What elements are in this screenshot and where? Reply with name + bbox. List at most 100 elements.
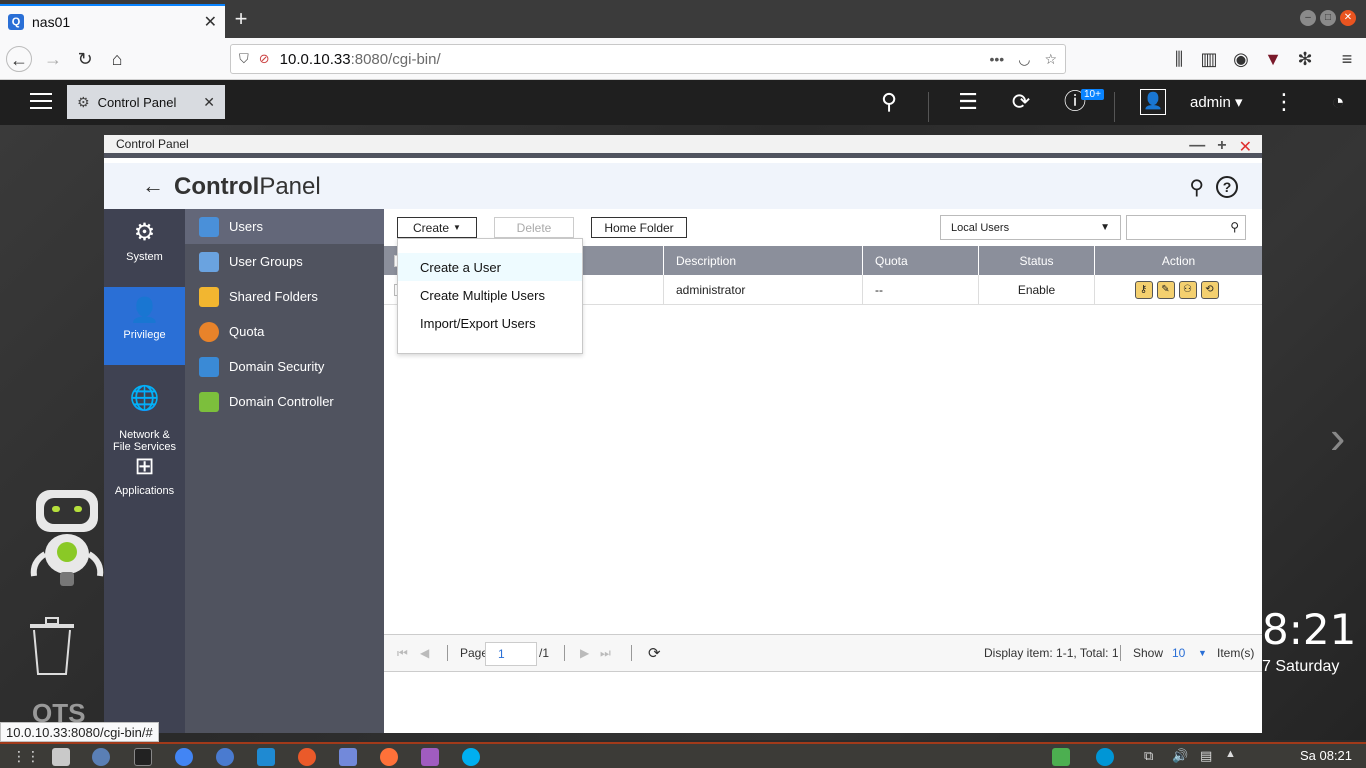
url-path: :8080/cgi-bin/	[350, 50, 441, 68]
volume-icon[interactable]: 🔊	[1172, 748, 1190, 766]
maximize-icon[interactable]: +	[1217, 137, 1226, 157]
delete-button[interactable]: Delete	[494, 217, 574, 238]
library-icon[interactable]: ⫼	[1166, 46, 1192, 72]
qts-app-tab-close-icon[interactable]: ✕	[203, 94, 215, 111]
bookmark-star-icon[interactable]: ☆	[1044, 51, 1057, 68]
shield-icon[interactable]: ⛉	[239, 51, 249, 67]
home-icon[interactable]: ⌂	[104, 46, 130, 72]
items-per-page-select[interactable]: 10	[1172, 646, 1185, 660]
taskbar-clock[interactable]: Sa 08:21	[1300, 748, 1352, 763]
category-system[interactable]: ⚙ System	[104, 219, 185, 279]
url-bar[interactable]: ⛉ ⊘ 10.0.10.33 :8080/cgi-bin/ ••• ◡ ☆	[230, 44, 1066, 74]
sync-icon[interactable]: ⟳	[1007, 90, 1035, 114]
extension-paw-icon[interactable]: ✻	[1292, 46, 1318, 72]
clipboard-icon[interactable]: ▤	[1200, 748, 1218, 766]
network-icon[interactable]: ⧉	[1144, 748, 1162, 766]
pocket-icon[interactable]: ◡	[1018, 51, 1030, 68]
sidebar-icon[interactable]: ▥	[1196, 46, 1222, 72]
reload-icon[interactable]: ↻	[72, 46, 98, 72]
submenu-quota[interactable]: Quota	[185, 314, 384, 349]
home-folder-button[interactable]: Home Folder	[591, 217, 687, 238]
chevron-down-icon[interactable]: ▼	[1198, 648, 1207, 658]
search-icon[interactable]: ⚲	[1230, 220, 1239, 234]
close-window-icon[interactable]: ✕	[1340, 10, 1356, 26]
submenu-domain-security[interactable]: Domain Security	[185, 349, 384, 384]
remmina-icon[interactable]	[216, 748, 234, 766]
next-page-chevron-icon[interactable]: ›	[1330, 410, 1345, 464]
maximize-icon[interactable]: □	[1320, 10, 1336, 26]
edit-group-icon[interactable]: ⚇	[1178, 281, 1197, 299]
menu-item-create-user[interactable]: Create a User	[398, 253, 582, 281]
browser-tab[interactable]: Q nas01 ✕	[0, 4, 225, 38]
change-password-icon[interactable]: ⚷	[1134, 281, 1153, 299]
lock-app-icon[interactable]	[92, 748, 110, 766]
qmanager-robot-icon[interactable]	[28, 488, 106, 588]
minimize-icon[interactable]: —	[1189, 137, 1205, 157]
back-icon[interactable]: ←	[6, 46, 32, 72]
skype-icon[interactable]	[462, 748, 480, 766]
forward-icon[interactable]: →	[40, 46, 66, 72]
minimize-icon[interactable]: –	[1300, 10, 1316, 26]
vscode-icon[interactable]	[257, 748, 275, 766]
submenu-users[interactable]: Users	[185, 209, 384, 244]
hamburger-menu-icon[interactable]: ≡	[1334, 46, 1360, 72]
firefox-icon[interactable]	[380, 748, 398, 766]
page-actions-icon[interactable]: •••	[990, 51, 1005, 68]
window-controls: – □ ✕	[1300, 10, 1356, 26]
search-icon[interactable]: ⚲	[875, 90, 903, 114]
search-icon[interactable]: ⚲	[1189, 175, 1204, 200]
account-icon[interactable]: ◉	[1228, 46, 1254, 72]
category-applications[interactable]: ⊞ Applications	[104, 453, 185, 513]
header-status[interactable]: Status	[978, 246, 1094, 275]
tab-close-icon[interactable]: ✕	[204, 12, 217, 32]
create-button-label: Create	[413, 220, 450, 235]
new-tab-icon[interactable]: +	[230, 8, 252, 30]
terminal-icon[interactable]	[134, 748, 152, 766]
page-number-input[interactable]: 1	[485, 642, 537, 666]
user-menu[interactable]: admin ▾	[1190, 93, 1243, 111]
create-button[interactable]: Create ▼	[397, 217, 477, 238]
apps-grid-icon[interactable]: ⋮⋮	[12, 748, 40, 766]
category-privilege[interactable]: 👤 Privilege	[104, 287, 185, 365]
submenu-user-groups[interactable]: User Groups	[185, 244, 384, 279]
first-page-icon[interactable]: ⏮	[397, 646, 408, 661]
refresh-icon[interactable]: ⟳	[648, 644, 661, 662]
close-icon[interactable]: ✕	[1239, 137, 1252, 157]
user-avatar-icon[interactable]: 👤	[1140, 89, 1166, 115]
qts-app-tab[interactable]: ⚙ Control Panel ✕	[67, 85, 225, 119]
chromium-icon[interactable]	[175, 748, 193, 766]
help-icon[interactable]: ?	[1216, 176, 1238, 198]
prev-page-icon[interactable]: ◀	[420, 646, 429, 660]
hp-printer-icon[interactable]	[1096, 748, 1114, 766]
submenu-shared-folders[interactable]: Shared Folders	[185, 279, 384, 314]
more-options-icon[interactable]: ⋮	[1270, 90, 1298, 114]
insecure-lock-icon[interactable]: ⊘	[259, 51, 270, 67]
last-page-icon[interactable]: ⏭	[600, 646, 611, 661]
chevron-down-icon: ▼	[1100, 222, 1110, 233]
user-icon	[199, 216, 219, 237]
menu-item-import-export-users[interactable]: Import/Export Users	[398, 309, 582, 337]
edit-permission-icon[interactable]: ⟲	[1200, 281, 1219, 299]
discord-icon[interactable]	[339, 748, 357, 766]
qts-main-menu-icon[interactable]	[30, 90, 52, 110]
postman-icon[interactable]	[298, 748, 316, 766]
header-quota[interactable]: Quota	[862, 246, 978, 275]
header-description[interactable]: Description	[663, 246, 862, 275]
trash-icon[interactable]	[28, 616, 76, 676]
submenu-domain-controller[interactable]: Domain Controller	[185, 384, 384, 419]
edit-profile-icon[interactable]: ✎	[1156, 281, 1175, 299]
video-editor-icon[interactable]	[421, 748, 439, 766]
search-input[interactable]: ⚲	[1126, 215, 1246, 240]
menu-item-create-multiple-users[interactable]: Create Multiple Users	[398, 281, 582, 309]
category-network-file-services[interactable]: 🌐 Network & File Services	[104, 373, 185, 453]
background-tasks-icon[interactable]: ☰	[954, 90, 982, 114]
user-type-select[interactable]: Local Users ▼	[940, 215, 1121, 240]
files-icon[interactable]	[52, 748, 70, 766]
next-page-icon[interactable]: ▶	[580, 646, 589, 660]
tray-expand-icon[interactable]: ▲	[1225, 748, 1243, 766]
window-titlebar[interactable]: Control Panel — + ✕	[104, 135, 1262, 158]
back-arrow-icon[interactable]: ←	[142, 173, 164, 199]
security-shield-icon[interactable]	[1052, 748, 1070, 766]
extension-v-icon[interactable]: ▼	[1260, 46, 1286, 72]
dashboard-gauge-icon[interactable]: ◔	[1324, 90, 1352, 114]
